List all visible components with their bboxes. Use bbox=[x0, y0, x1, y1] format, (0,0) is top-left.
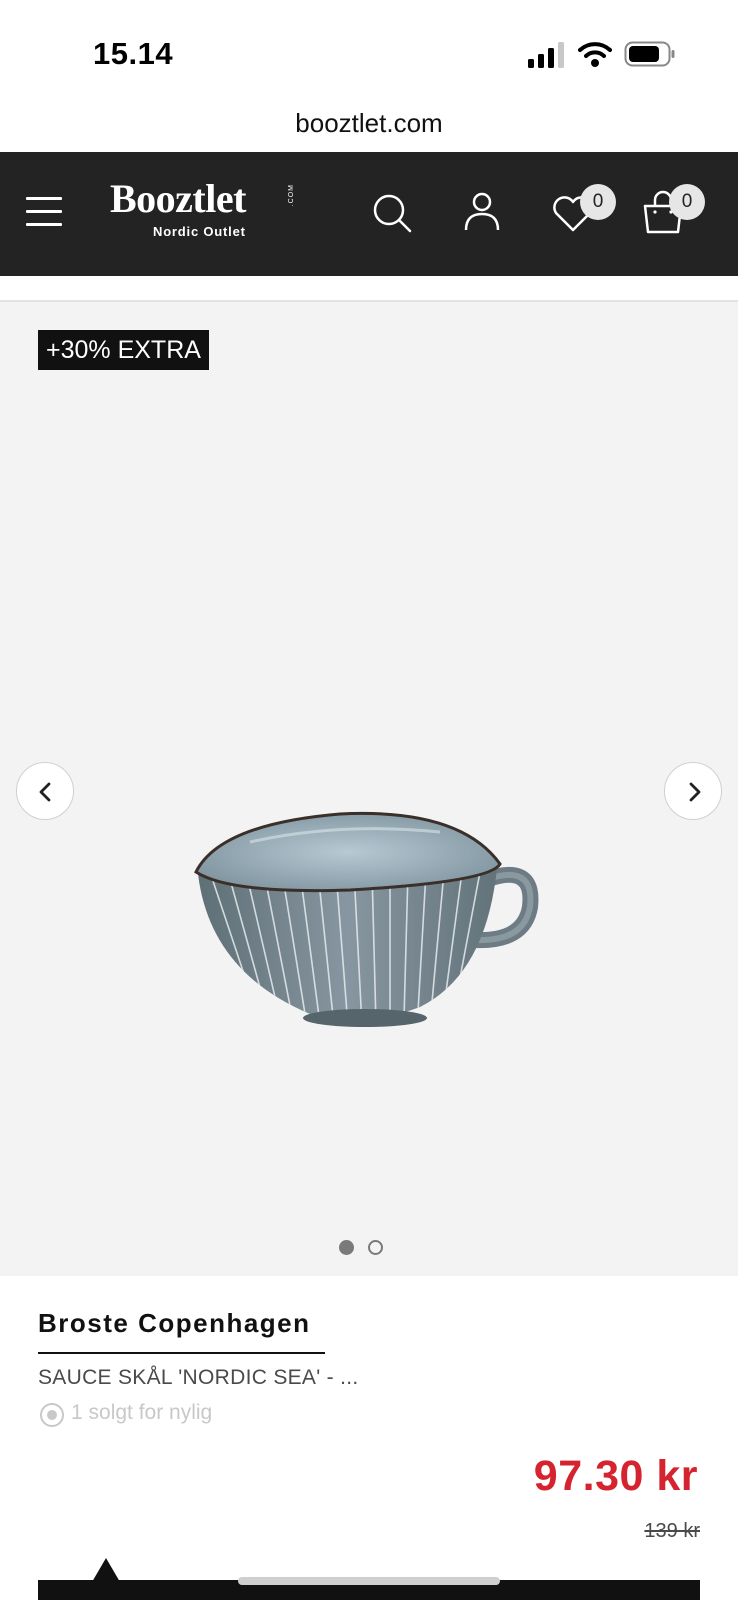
tooltip-notch bbox=[92, 1558, 120, 1582]
previous-image-button[interactable] bbox=[16, 762, 74, 820]
signal-bars-icon bbox=[528, 42, 564, 68]
site-header: Booztlet .COM Nordic Outlet bbox=[0, 152, 738, 276]
product-name: SAUCE SKÅL 'NORDIC SEA' - ... bbox=[38, 1366, 359, 1389]
cart-count-badge: 0 bbox=[669, 184, 705, 220]
status-bar: 15.14 bbox=[0, 0, 738, 100]
original-price: 139 kr bbox=[644, 1520, 700, 1542]
logo-wordmark: Booztlet bbox=[110, 176, 246, 221]
brand-underline bbox=[38, 1352, 325, 1354]
browser-url[interactable]: booztlet.com bbox=[0, 108, 738, 139]
promo-badge: +30% EXTRA bbox=[38, 330, 209, 370]
wifi-icon bbox=[578, 42, 612, 67]
site-logo[interactable]: Booztlet .COM Nordic Outlet bbox=[110, 178, 300, 242]
chevron-left-icon bbox=[39, 782, 51, 802]
sold-recently-text: 1 solgt for nylig bbox=[71, 1401, 213, 1424]
logo-tagline: Nordic Outlet bbox=[153, 224, 246, 239]
search-icon[interactable] bbox=[370, 188, 416, 238]
current-price: 97.30 kr bbox=[533, 1452, 698, 1500]
product-image-sauce-bowl bbox=[194, 811, 539, 1027]
gallery-dot-1[interactable] bbox=[339, 1240, 354, 1255]
hamburger-menu-icon[interactable] bbox=[26, 197, 64, 231]
status-time: 15.14 bbox=[93, 36, 174, 71]
account-icon[interactable] bbox=[459, 188, 505, 238]
sold-indicator-icon bbox=[40, 1403, 64, 1427]
battery-icon bbox=[624, 41, 675, 67]
wishlist-count-badge: 0 bbox=[580, 184, 616, 220]
product-gallery[interactable]: +30% EXTRA bbox=[0, 300, 738, 1276]
gallery-dot-2[interactable] bbox=[368, 1240, 383, 1255]
next-image-button[interactable] bbox=[664, 762, 722, 820]
logo-suffix: .COM bbox=[288, 184, 295, 207]
product-brand-link[interactable]: Broste Copenhagen bbox=[38, 1308, 311, 1339]
chevron-right-icon bbox=[689, 782, 701, 802]
home-indicator[interactable] bbox=[238, 1577, 500, 1585]
